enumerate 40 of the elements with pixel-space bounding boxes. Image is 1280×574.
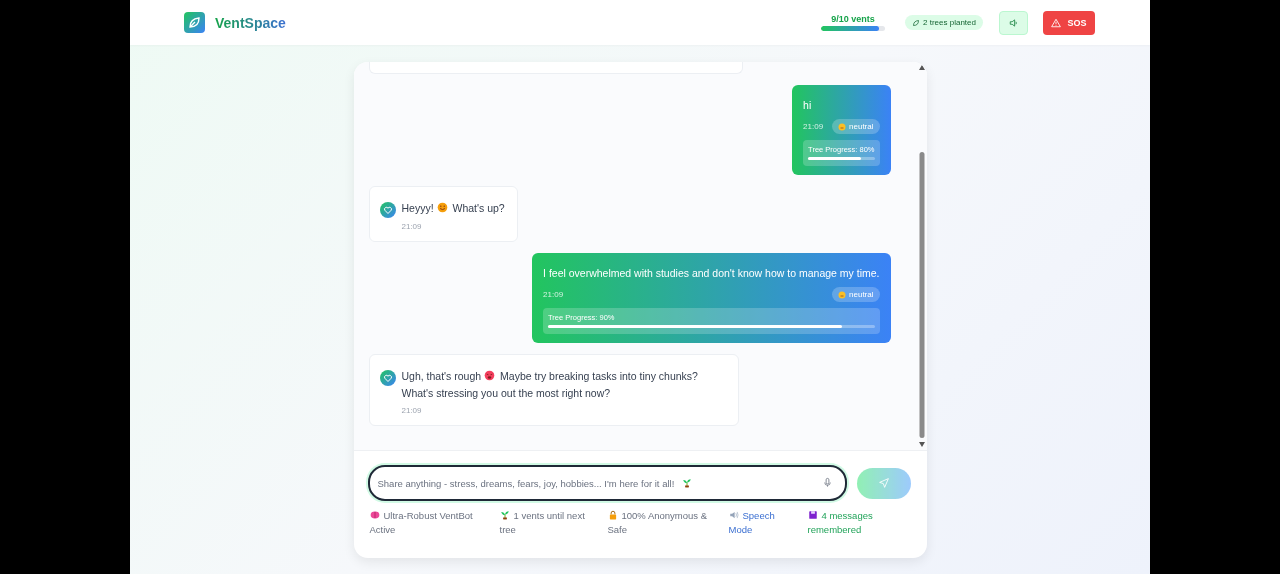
status-note: 1 vents until next tree <box>499 509 586 536</box>
brain-icon <box>369 510 380 520</box>
distressed-face-icon <box>484 370 496 381</box>
message-text: I feel overwhelmed with studies and don't know how to manage my time. <box>543 266 880 281</box>
message-text: Ugh, that's rough Maybe try breaking tasks into tiny chunks? What's stressing you out the most right now? <box>401 369 699 401</box>
speaker-icon <box>728 510 739 520</box>
leaf-logo-icon <box>184 12 205 33</box>
status-note: 100% Anonymous & Safe <box>607 509 709 536</box>
message-time: 21:09 <box>543 290 564 299</box>
message-input[interactable]: Share anything - stress, dreams, fears, joy, hobbies... I'm here for it all! <box>367 465 847 501</box>
microphone-icon <box>821 477 833 488</box>
leaf-icon <box>912 18 921 27</box>
message-time: 21:09 <box>401 406 423 415</box>
vents-count: 9/10 vents <box>831 14 875 24</box>
sprout-icon <box>681 478 692 488</box>
speaker-icon <box>1008 17 1019 28</box>
face-icon <box>838 290 847 299</box>
message-text: Heyyy! What's up? <box>401 201 505 216</box>
trees-count: 2 trees planted <box>923 18 976 27</box>
heart-avatar-icon <box>379 370 396 386</box>
tree-progress-bar <box>808 157 875 160</box>
face-icon <box>838 122 847 131</box>
send-button[interactable] <box>856 467 911 499</box>
mood-label: neutral <box>849 290 874 299</box>
warning-icon <box>1051 17 1062 28</box>
status-note: 4 messages remembered <box>807 509 874 536</box>
smiling-face-icon <box>436 202 448 213</box>
sound-button[interactable] <box>999 10 1028 35</box>
heart-avatar-icon <box>379 202 396 218</box>
mood-label: neutral <box>849 122 874 131</box>
message-time: 21:09 <box>803 122 824 131</box>
send-icon <box>878 478 889 488</box>
sprout-icon <box>499 510 510 520</box>
status-note: Ultra-Robust VentBot Active <box>369 509 474 536</box>
status-note: Speech Mode <box>728 509 776 536</box>
sos-button[interactable]: SOS <box>1043 10 1095 35</box>
message-text: hi <box>803 98 813 113</box>
vents-progress-bar <box>821 26 886 31</box>
message-time: 21:09 <box>401 222 423 231</box>
lock-icon <box>607 510 618 520</box>
